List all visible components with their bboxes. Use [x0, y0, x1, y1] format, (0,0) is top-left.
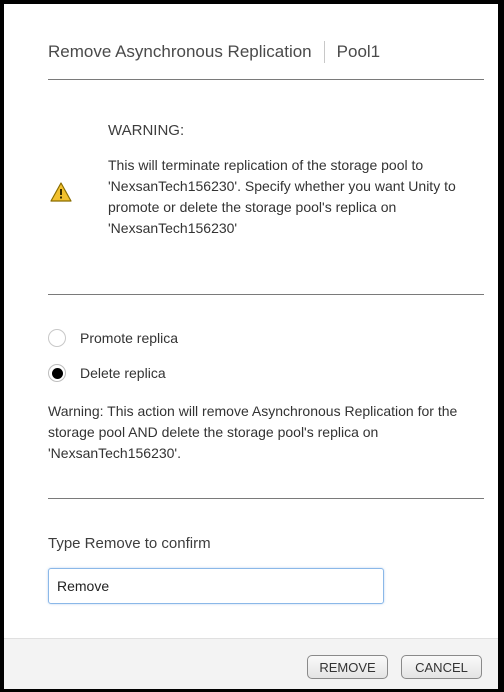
- dialog-title: Remove Asynchronous Replication: [48, 42, 312, 61]
- delete-warning-note: Warning: This action will remove Asynchr…: [48, 403, 458, 461]
- radio-selected-dot: [51, 367, 63, 379]
- remove-button[interactable]: REMOVE: [307, 655, 388, 679]
- section-divider: [48, 294, 484, 295]
- promote-replica-radio[interactable]: [48, 329, 66, 347]
- promote-replica-label: Promote replica: [80, 330, 179, 346]
- delete-replica-radio[interactable]: [48, 364, 66, 382]
- delete-replica-option[interactable]: Delete replica: [48, 364, 166, 382]
- confirm-label: Type Remove to confirm: [48, 535, 211, 552]
- warning-heading: WARNING:: [108, 122, 185, 139]
- title-divider: [323, 41, 325, 63]
- dialog-title-bar: Remove Asynchronous Replication Pool1: [48, 40, 380, 64]
- warning-text: This will terminate replication of the s…: [108, 157, 456, 236]
- confirm-input[interactable]: [48, 568, 384, 604]
- dialog-subtitle: Pool1: [336, 42, 381, 61]
- title-divider-line: [48, 79, 484, 80]
- delete-replica-label: Delete replica: [80, 365, 166, 381]
- cancel-button[interactable]: CANCEL: [401, 655, 482, 679]
- warning-triangle-icon: [50, 182, 72, 202]
- remove-replication-dialog: Remove Asynchronous Replication Pool1 WA…: [0, 0, 504, 692]
- section-divider-2: [48, 498, 484, 499]
- dialog-body: Remove Asynchronous Replication Pool1 WA…: [4, 4, 498, 689]
- promote-replica-option[interactable]: Promote replica: [48, 329, 178, 347]
